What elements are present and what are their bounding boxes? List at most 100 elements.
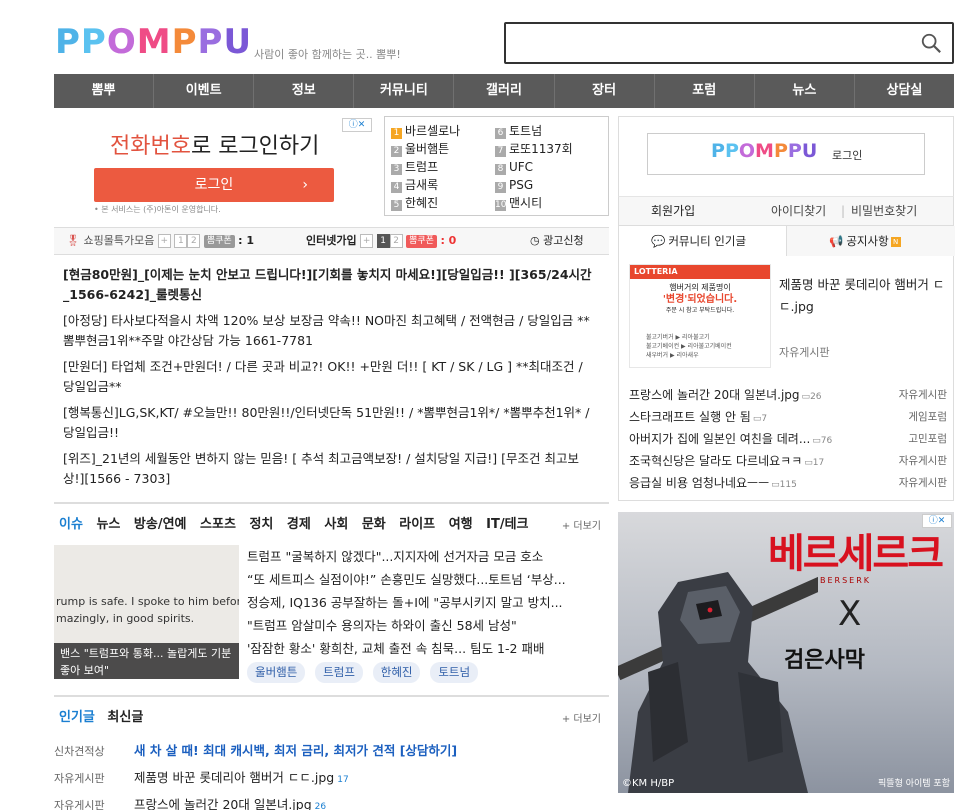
- search-input[interactable]: [504, 22, 954, 64]
- feature-thumbnail[interactable]: LOTTERIA 햄버거의 제품명이 '변경'되었습니다. 주문 시 참고 부탁…: [629, 264, 771, 368]
- berserk-subtitle: BERSERK: [820, 576, 872, 585]
- shopping-deals[interactable]: 🎖 쇼핑몰특가모음 + 12 뽐쿠폰 : 1: [66, 228, 254, 254]
- nav-item-forum[interactable]: 포럼: [655, 74, 755, 108]
- page-button[interactable]: 2: [187, 234, 201, 248]
- rank-item[interactable]: 10 맨시티: [495, 194, 573, 212]
- tab-issue[interactable]: 이슈: [59, 513, 83, 532]
- logo-letter: O: [738, 140, 756, 162]
- ad-link[interactable]: [아정당] 타사보다적을시 차액 120% 보상 보장금 약속!! NO마진 최…: [63, 311, 593, 351]
- ad-link[interactable]: [위즈]_21년의 세월동안 변하지 않는 믿음! [ 추석 최고금액보장! /…: [63, 449, 593, 489]
- nav-item-consult[interactable]: 상담실: [855, 74, 954, 108]
- thumbnail-text-line: mazingly, in good spirits.: [56, 612, 195, 625]
- tab-economy[interactable]: 경제: [287, 513, 311, 532]
- berserk-ad-banner[interactable]: 베르세르크 BERSERK X 검은사막 ©KM H/BP 픽뜰형 아이템 포함…: [618, 512, 954, 793]
- rank-item[interactable]: 2 울버햄튼: [391, 140, 460, 158]
- feature-title[interactable]: 제품명 바꾼 롯데리아 햄버거 ㄷㄷ.jpg: [779, 274, 949, 318]
- keyword-chip[interactable]: 울버햄튼: [247, 662, 306, 683]
- post-title[interactable]: 새 차 살 때! 최대 캐시백, 최저 금리, 최저가 견적 [상담하기]: [134, 743, 457, 758]
- find-password-link[interactable]: 비밀번호찾기: [851, 197, 917, 225]
- phone-login-ad[interactable]: ⓘ✕ 전화번호로 로그인하기 로그인 › • 본 서비스는 (주)아톤이 운영합니…: [54, 116, 376, 216]
- keyword-chip[interactable]: 트럼프: [315, 662, 363, 683]
- more-link[interactable]: + 더보기: [562, 517, 601, 532]
- hot-post-row[interactable]: 아버지가 집에 일본인 여친을 데려... ▭76 고민포럼: [629, 428, 947, 450]
- internet-signup[interactable]: 인터넷가입 + 12 뽐쿠폰 : 0: [306, 228, 456, 254]
- rank-item[interactable]: 8 UFC: [495, 158, 573, 176]
- rank-item[interactable]: 4 금새록: [391, 176, 460, 194]
- ad-link[interactable]: [만원더] 타업체 조건+만원더! / 다른 곳과 비교?! OK!! +만원 …: [63, 357, 593, 397]
- nav-item-event[interactable]: 이벤트: [154, 74, 255, 108]
- adchoice-icon[interactable]: ⓘ✕: [342, 118, 372, 132]
- nav-item-info[interactable]: 정보: [254, 74, 355, 108]
- ad-link[interactable]: [현금80만원]_[이제는 눈치 안보고 드립니다!][기회를 놓치지 마세요!…: [63, 265, 593, 305]
- keyword-chip[interactable]: 토트넘: [430, 662, 479, 683]
- post-title[interactable]: 프랑스에 놀러간 20대 일본녀.jpg: [134, 797, 312, 810]
- rank-column-left: 1 바르셀로나 2 울버햄튼 3 트럼프 4 금새록 5 한혜진: [391, 122, 460, 212]
- hot-post-row[interactable]: 프랑스에 놀러간 20대 일본녀.jpg ▭26 자유게시판: [629, 384, 947, 406]
- more-link[interactable]: + 더보기: [562, 710, 601, 725]
- post-title[interactable]: 제품명 바꾼 롯데리아 햄버거 ㄷㄷ.jpg: [134, 770, 334, 785]
- ad-request-link[interactable]: ◷ 광고신청: [530, 228, 584, 254]
- find-id-link[interactable]: 아이디찾기: [771, 197, 826, 225]
- news-item[interactable]: 트럼프 "굴복하지 않겠다"...지지자에 선거자금 모금 호소: [247, 545, 609, 568]
- rank-label: UFC: [509, 160, 534, 174]
- nav-item-gallery[interactable]: 갤러리: [454, 74, 555, 108]
- rank-item[interactable]: 7 로또1137회: [495, 140, 573, 158]
- hot-post-list: 프랑스에 놀러간 20대 일본녀.jpg ▭26 자유게시판 스타크래프트 실행 안…: [629, 384, 947, 494]
- hot-post-row[interactable]: 조국혁신당은 달라도 다르네요ㅋㅋ ▭17 자유게시판: [629, 450, 947, 472]
- latest-row[interactable]: 신차견적상 새 차 살 때! 최대 캐시백, 최저 금리, 최저가 견적 [상담하…: [54, 738, 609, 765]
- signup-link[interactable]: 회원가입: [651, 197, 695, 225]
- tab-politics[interactable]: 정치: [249, 513, 273, 532]
- post-title[interactable]: 프랑스에 놀러간 20대 일본녀.jpg: [629, 388, 800, 402]
- nav-item-news[interactable]: 뉴스: [755, 74, 855, 108]
- tab-sports[interactable]: 스포츠: [200, 513, 236, 532]
- login-button[interactable]: PPOMPPU 로그인: [647, 133, 925, 175]
- rank-item[interactable]: 5 한혜진: [391, 194, 460, 212]
- latest-row[interactable]: 자유게시판 제품명 바꾼 롯데리아 햄버거 ㄷㄷ.jpg 17: [54, 765, 609, 792]
- news-item[interactable]: '잠잠한 황소' 황희찬, 교체 출전 속 침묵... 팀도 1-2 패배: [247, 637, 609, 660]
- rank-item[interactable]: 9 PSG: [495, 176, 573, 194]
- ad-login-button[interactable]: 로그인 ›: [94, 168, 334, 202]
- hot-post-row[interactable]: 응급실 비용 엄청나네요ㅡㅡ ▭115 자유게시판: [629, 472, 947, 494]
- ppomppu-logo[interactable]: PPOMPPU: [55, 22, 252, 62]
- adchoice-icon[interactable]: ⓘ✕: [922, 514, 952, 528]
- page-button[interactable]: 1: [174, 234, 188, 248]
- comment-count-value: 115: [779, 480, 797, 490]
- page-button[interactable]: 2: [389, 234, 403, 248]
- tab-entertainment[interactable]: 방송/연예: [134, 513, 187, 532]
- nav-item-market[interactable]: 장터: [555, 74, 655, 108]
- plus-icon[interactable]: +: [157, 234, 171, 248]
- news-thumbnail[interactable]: rump is safe. I spoke to him befor mazing…: [54, 545, 239, 679]
- post-title[interactable]: 조국혁신당은 달라도 다르네요ㅋㅋ: [629, 454, 802, 468]
- tab-popular[interactable]: 인기글: [59, 706, 95, 725]
- search-icon[interactable]: [920, 32, 942, 54]
- tab-life[interactable]: 라이프: [399, 513, 435, 532]
- post-title[interactable]: 스타크래프트 실행 안 됨: [629, 410, 751, 424]
- tab-latest[interactable]: 최신글: [107, 706, 143, 725]
- hot-post-row[interactable]: 스타크래프트 실행 안 됨 ▭7 게임포럼: [629, 406, 947, 428]
- rank-item[interactable]: 1 바르셀로나: [391, 122, 460, 140]
- logo-letter: O: [106, 22, 137, 62]
- tab-travel[interactable]: 여행: [449, 513, 473, 532]
- post-title[interactable]: 아버지가 집에 일본인 여친을 데려...: [629, 432, 810, 446]
- ad-link[interactable]: [행복통신]LG,SK,KT/ #오늘만!! 80만원!!/인터넷단독 51만원…: [63, 403, 593, 443]
- logo-letter: U: [801, 140, 818, 162]
- tab-news[interactable]: 뉴스: [96, 513, 120, 532]
- tab-society[interactable]: 사회: [324, 513, 348, 532]
- rank-item[interactable]: 6 토트넘: [495, 122, 573, 140]
- thumbnail-caption[interactable]: 밴스 "트럼프와 통화... 놀랍게도 기분 좋아 보여": [54, 643, 239, 679]
- tab-notice[interactable]: 📢 공지사항 N: [787, 226, 955, 256]
- news-item[interactable]: "트럼프 암살미수 용의자는 하와이 출신 58세 남성": [247, 614, 609, 637]
- news-item[interactable]: “또 세트피스 실점이야!” 손흥민도 실망했다...토트넘 ‘부상...: [247, 568, 609, 591]
- latest-row[interactable]: 자유게시판 프랑스에 놀러간 20대 일본녀.jpg 26: [54, 792, 609, 810]
- rank-item[interactable]: 3 트럼프: [391, 158, 460, 176]
- tab-it-tech[interactable]: IT/테크: [486, 513, 528, 532]
- nav-item-community[interactable]: 커뮤니티: [354, 74, 455, 108]
- page-button[interactable]: 1: [376, 234, 390, 248]
- news-item[interactable]: 정승제, IQ136 공부잘하는 돌+I에 "공부시키지 말고 방치...: [247, 591, 609, 614]
- tab-culture[interactable]: 문화: [362, 513, 386, 532]
- nav-item-ppomppu[interactable]: 뽐뿌: [54, 74, 155, 108]
- tab-community-popular[interactable]: 💬 커뮤니티 인기글: [619, 226, 787, 256]
- keyword-chip[interactable]: 한혜진: [372, 662, 421, 683]
- post-title[interactable]: 응급실 비용 엄청나네요ㅡㅡ: [629, 476, 769, 490]
- plus-icon[interactable]: +: [360, 234, 374, 248]
